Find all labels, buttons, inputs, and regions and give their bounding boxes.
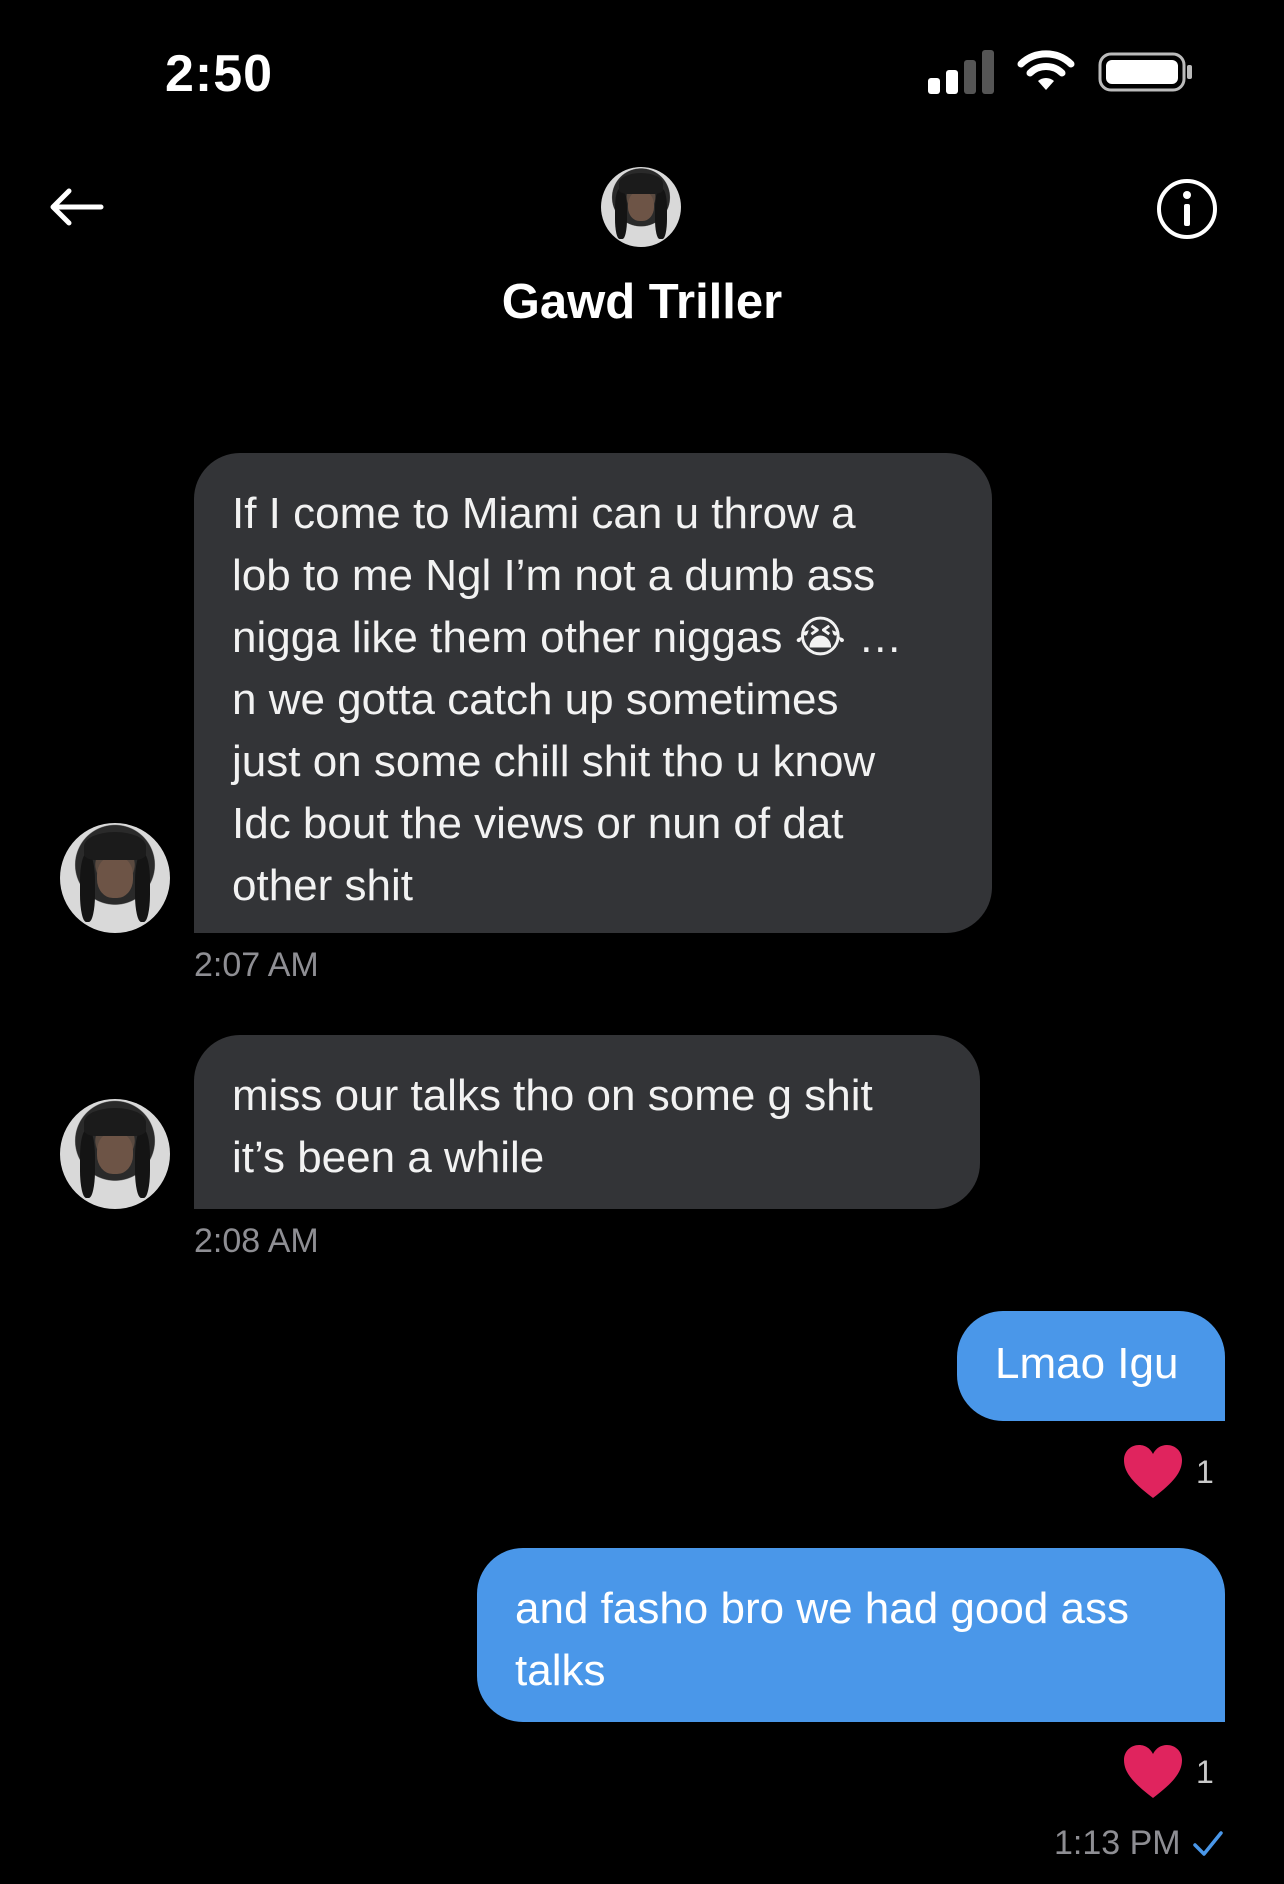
message-line: Idc bout the views or nun of dat [232, 799, 844, 848]
battery-icon [1098, 52, 1192, 92]
wifi-icon [1017, 50, 1075, 90]
message-line: nigga like them other niggas 😭 … [232, 613, 903, 662]
message-line: and fasho bro we had good ass [515, 1584, 1130, 1633]
message-avatar[interactable] [60, 823, 170, 933]
message-line: miss our talks tho on some g shit [232, 1071, 873, 1120]
message-timestamp: 2:07 AM [194, 946, 319, 984]
back-button[interactable] [40, 180, 110, 234]
back-arrow-icon [50, 188, 104, 226]
message-avatar[interactable] [60, 1099, 170, 1209]
message-bubble-outgoing[interactable]: Lmao Igu [957, 1311, 1225, 1421]
signal-icon [928, 50, 994, 94]
message-line: Lmao Igu [995, 1339, 1179, 1388]
status-time: 2:50 [165, 45, 274, 103]
message-line: n we gotta catch up sometimes [232, 675, 839, 724]
message-line: lob to me Ngl I’m not a dumb ass [232, 551, 876, 600]
header-avatar[interactable] [601, 167, 681, 247]
message-line: If I come to Miami can u throw a [232, 489, 856, 538]
message-bubble-incoming[interactable]: If I come to Miami can u throw a lob to … [194, 453, 992, 933]
message-bubble-outgoing[interactable]: and fasho bro we had good ass talks [477, 1548, 1225, 1722]
message-line: just on some chill shit tho u know [232, 737, 876, 786]
status-icons [928, 50, 1194, 94]
message-status: 1:13 PM [1054, 1824, 1225, 1863]
heart-icon [1124, 1445, 1182, 1498]
message-reaction[interactable]: 1 [1122, 1444, 1214, 1500]
message-line: talks [515, 1646, 606, 1695]
info-button[interactable] [1152, 174, 1222, 244]
message-reaction[interactable]: 1 [1122, 1744, 1214, 1800]
info-icon [1157, 179, 1217, 239]
message-bubble-incoming[interactable]: miss our talks tho on some g shit it’s b… [194, 1035, 980, 1209]
heart-icon [1124, 1745, 1182, 1798]
message-line: it’s been a while [232, 1133, 545, 1182]
message-line: other shit [232, 861, 413, 910]
contact-name[interactable]: Gawd Triller [0, 274, 1284, 330]
checkmark-icon [1192, 1830, 1223, 1856]
message-timestamp: 1:13 PM [1054, 1824, 1181, 1862]
message-timestamp: 2:08 AM [194, 1222, 319, 1260]
reaction-count: 1 [1196, 1453, 1214, 1490]
reaction-count: 1 [1196, 1753, 1214, 1790]
